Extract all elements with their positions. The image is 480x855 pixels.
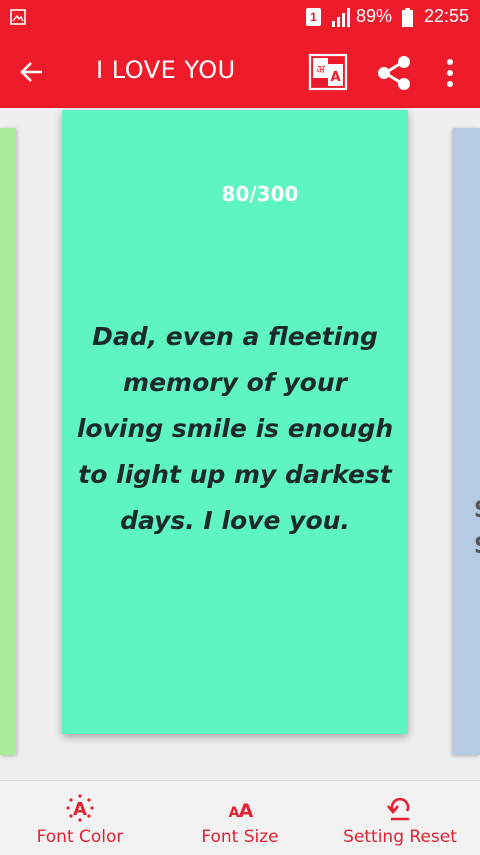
quote-line: loving smile is enough [76,414,394,443]
font-color-button[interactable]: A Font Color [20,781,140,855]
status-bar: 1 89% 22:55 [0,0,480,36]
font-color-label: Font Color [36,827,124,847]
bottom-action-bar: A Font Color A A Font Size Setting Reset [0,780,480,855]
svg-text:अ: अ [316,63,325,76]
svg-text:A: A [73,799,87,820]
svg-text:A: A [239,800,254,822]
reset-icon [387,797,410,821]
next-card-peek-text: S [474,498,480,523]
signal-icon [332,8,350,27]
font-color-icon: A [66,794,94,822]
share-icon[interactable] [374,54,414,92]
sim-indicator: 1 [306,8,321,26]
quote-counter: 80/300 [221,182,299,206]
quote-line: to light up my darkest [78,460,392,489]
page-title: I LOVE YOU [96,56,236,84]
next-quote-card[interactable]: S S [453,128,480,755]
image-notification-icon [10,9,26,25]
more-vert-icon[interactable] [440,56,460,90]
battery-icon [402,8,413,27]
back-arrow-icon[interactable] [18,58,46,86]
font-size-icon: A A [229,800,254,822]
font-size-button[interactable]: A A Font Size [180,781,300,855]
quote-card[interactable]: 80/300 Dad, even a fleeting memory of yo… [62,110,408,734]
setting-reset-label: Setting Reset [343,827,457,847]
next-card-peek-text: S [474,534,480,559]
svg-text:A: A [330,70,340,85]
setting-reset-button[interactable]: Setting Reset [335,781,465,855]
quote-line: Dad, even a fleeting [92,322,378,351]
font-size-label: Font Size [201,827,279,847]
quote-line: memory of your [123,368,347,397]
battery-percentage: 89% [356,6,393,26]
app-toolbar: I LOVE YOU अ A [0,36,480,108]
translate-icon[interactable]: अ A [308,53,348,91]
quote-line: days. I love you. [120,506,350,535]
clock: 22:55 [424,6,470,26]
quote-text: Dad, even a fleeting memory of your lovi… [70,314,400,544]
previous-quote-card[interactable] [0,128,16,755]
